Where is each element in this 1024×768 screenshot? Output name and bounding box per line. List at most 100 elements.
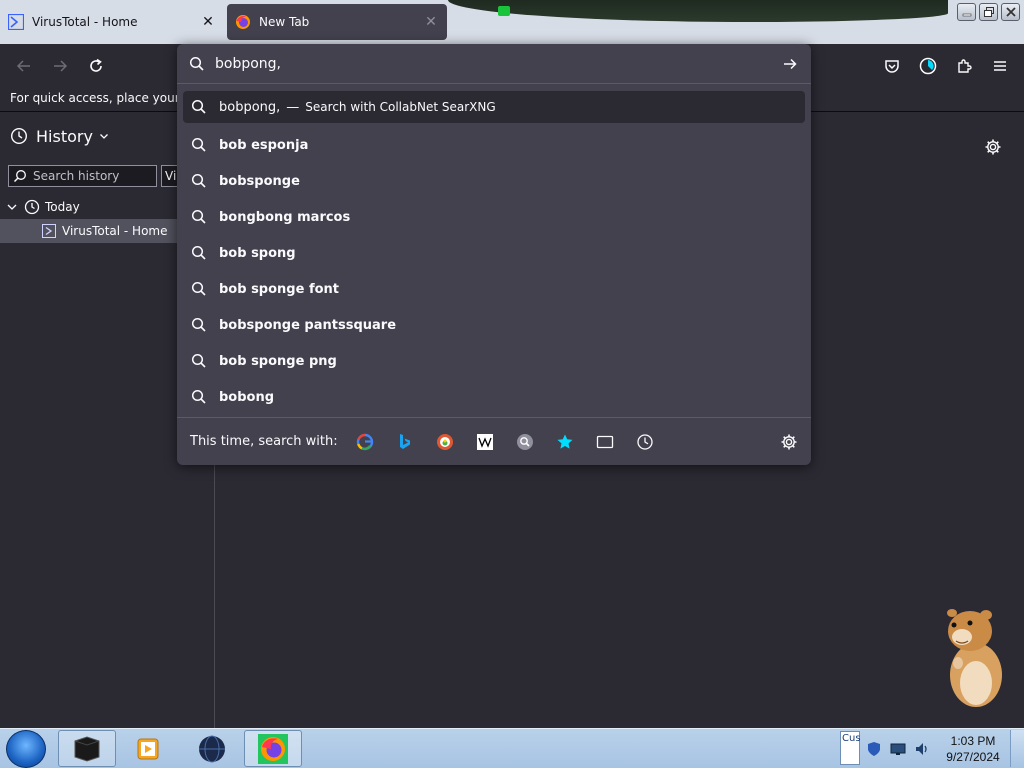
back-arrow-icon [16,60,30,72]
close-tab-icon[interactable]: ✕ [423,14,439,30]
search-suggestion[interactable]: bobsponge pantssquare [183,307,805,343]
search-icon [191,353,207,369]
title-bar: VirusTotal - Home ✕ New Tab ✕ [0,0,1024,44]
search-suggestion[interactable]: bongbong marcos [183,199,805,235]
minimize-button[interactable] [957,3,976,21]
urlbar-input-row[interactable] [177,44,811,84]
newtab-settings-button[interactable] [980,134,1006,160]
urlbar-results: bobpong, — Search with CollabNet SearXNG… [183,91,805,415]
restore-icon [983,7,994,17]
pocket-button[interactable] [878,52,906,80]
google-icon[interactable] [352,429,378,455]
account-icon [919,57,937,75]
taskbar-app-firefox[interactable] [244,730,302,767]
reload-icon [90,58,102,72]
search-icon [191,245,207,261]
volume-icon[interactable] [914,741,930,757]
search-icon [13,169,27,183]
searxng-icon[interactable] [512,429,538,455]
arrow-right-icon [784,58,797,70]
search-history-input[interactable] [33,169,151,183]
search-icon [189,56,205,72]
bing-icon[interactable] [392,429,418,455]
heuristic-search-result[interactable]: bobpong, — Search with CollabNet SearXNG [183,91,805,123]
search-settings-button[interactable] [777,430,801,454]
search-icon [191,281,207,297]
clock-icon [24,199,40,215]
media-player-icon [137,738,159,759]
search-icon [191,99,207,115]
tab-virustotal[interactable]: VirusTotal - Home ✕ [0,4,224,40]
taskbar: Cus 1:03 PM 9/27/2024 [0,728,1024,768]
result-query: bobpong, [219,99,281,115]
tab-label: New Tab [259,15,310,29]
reload-button[interactable] [82,52,110,80]
result-separator: — [286,99,300,115]
search-suggestion[interactable]: bobong [183,379,805,415]
close-icon [1005,7,1016,17]
puzzle-icon [958,59,972,73]
urlbar-popup: bobpong, — Search with CollabNet SearXNG… [177,44,811,465]
one-off-search-bar: This time, search with: [177,417,811,465]
search-suggestion[interactable]: bob sponge png [183,343,805,379]
search-suggestion[interactable]: bob sponge font [183,271,805,307]
virustotal-icon [42,224,56,238]
sidebar-switcher[interactable]: History [10,125,109,147]
firefox-icon [258,733,288,764]
history-icon[interactable] [632,429,658,455]
wallpaper-creature-icon [498,6,510,16]
gear-icon [985,139,1001,155]
wikipedia-icon[interactable] [472,429,498,455]
app-menu-button[interactable] [986,52,1014,80]
hamburger-menu-icon [994,61,1006,71]
tabs-icon[interactable] [592,429,618,455]
suggestion-text: bongbong marcos [219,209,351,225]
search-icon [191,173,207,189]
virustotal-icon [8,14,24,30]
suggestion-text: bobsponge pantssquare [219,317,397,333]
minimize-icon [962,13,971,17]
duckduckgo-icon[interactable] [432,429,458,455]
taskbar-app-browser[interactable] [184,730,240,767]
taskbar-app-terminal[interactable] [58,730,116,767]
suggestion-text: bob spong [219,245,296,261]
restore-button[interactable] [979,3,998,21]
suggestion-text: bob sponge font [219,281,340,297]
hamster-desktop-pet[interactable] [940,603,1008,711]
start-button[interactable] [6,730,46,768]
firefox-icon [235,14,251,30]
history-group-today[interactable]: Today [6,197,80,217]
sidebar-title: History [36,126,93,146]
one-off-label: This time, search with: [190,434,338,449]
search-suggestion[interactable]: bob esponja [183,127,805,163]
suggestion-text: bobong [219,389,275,405]
taskbar-app-media-player[interactable] [120,730,176,767]
pocket-icon [885,60,899,73]
search-history-field[interactable] [8,165,157,187]
network-icon[interactable] [890,741,906,757]
close-window-button[interactable] [1001,3,1020,21]
tab-new-tab[interactable]: New Tab ✕ [227,4,447,40]
search-icon [191,137,207,153]
suggestion-text: bob esponja [219,137,309,153]
system-clock[interactable]: 1:03 PM 9/27/2024 [940,733,1006,765]
globe-icon [199,735,225,762]
back-button[interactable] [10,52,38,80]
urlbar-input[interactable] [215,55,755,72]
shield-icon[interactable] [866,741,882,757]
language-indicator[interactable]: Cus [840,731,861,765]
close-tab-icon[interactable]: ✕ [200,14,216,30]
forward-button[interactable] [46,52,74,80]
tab-label: VirusTotal - Home [32,15,138,29]
account-button[interactable] [914,52,942,80]
search-suggestion[interactable]: bobsponge [183,163,805,199]
bookmarks-icon[interactable] [552,429,578,455]
result-action: Search with CollabNet SearXNG [305,100,496,114]
clock-time: 1:03 PM [950,734,996,748]
show-desktop-button[interactable] [1010,730,1024,767]
go-button[interactable] [777,52,803,76]
search-icon [191,209,207,225]
search-suggestion[interactable]: bob spong [183,235,805,271]
terminal-icon [74,735,100,762]
extensions-button[interactable] [950,52,978,80]
